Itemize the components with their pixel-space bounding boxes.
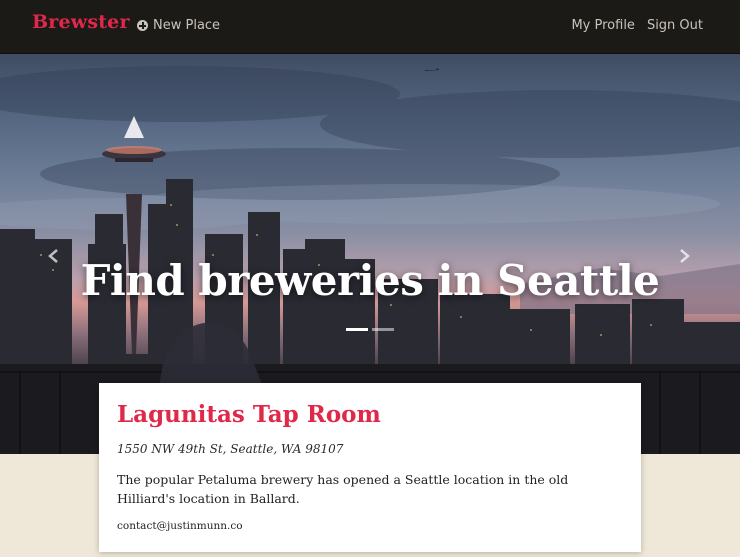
place-name[interactable]: Lagunitas Tap Room xyxy=(117,401,623,428)
carousel-indicators xyxy=(346,328,394,331)
plus-circle-icon xyxy=(137,20,148,31)
place-description: The popular Petaluma brewery has opened … xyxy=(117,472,569,506)
place-email: contact@justinmunn.co xyxy=(117,520,243,532)
brand-logo[interactable]: Brewster xyxy=(32,11,130,33)
carousel-indicator[interactable] xyxy=(372,328,394,331)
top-navbar: Brewster New Place My Profile Sign Out xyxy=(0,0,740,54)
hero-title: Find breweries in Seattle xyxy=(80,256,660,305)
my-profile-link[interactable]: My Profile xyxy=(571,18,634,33)
place-address: 1550 NW 49th St, Seattle, WA 98107 xyxy=(117,442,344,456)
nav-user-links: My Profile Sign Out xyxy=(571,18,703,33)
new-place-link[interactable]: New Place xyxy=(137,18,220,33)
sign-out-link[interactable]: Sign Out xyxy=(647,18,703,33)
place-card: Lagunitas Tap Room 1550 NW 49th St, Seat… xyxy=(99,383,641,552)
carousel-indicator[interactable] xyxy=(346,328,368,331)
new-place-label: New Place xyxy=(153,18,221,33)
